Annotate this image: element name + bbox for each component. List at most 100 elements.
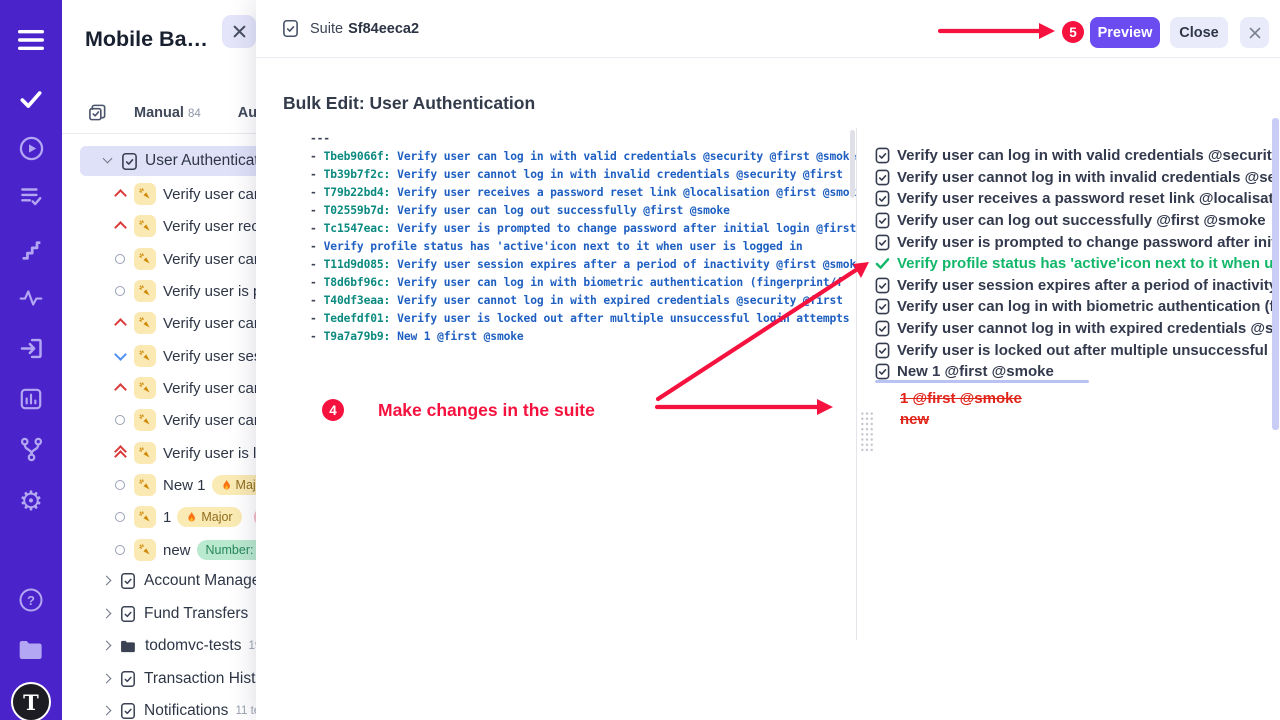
tree-test-item[interactable]: Verify user can log in with valid creden… [80, 178, 256, 210]
status-marker-icon [110, 512, 130, 522]
added-check-icon [875, 257, 891, 270]
editor-line: -T9a7a79b9:New 1 @first @smoke [310, 328, 856, 346]
status-marker-icon [110, 545, 130, 555]
preview-test-item: Verify user can log in with valid creden… [875, 145, 1272, 167]
test-doc-icon [875, 320, 891, 337]
interaction-icon [134, 442, 156, 464]
tree-suite-item[interactable]: Fund Transfers 12 [80, 599, 256, 629]
preview-test-item-added: Verify profile status has 'active'icon n… [875, 253, 1272, 275]
tree-suite-item[interactable]: Transaction History [80, 664, 256, 694]
suite-doc-icon [120, 572, 136, 590]
close-button[interactable]: Close [1170, 17, 1228, 48]
runs-icon[interactable] [0, 131, 62, 165]
test-doc-icon [875, 342, 891, 359]
interaction-icon [134, 312, 156, 334]
chevron-right-icon[interactable] [102, 640, 114, 652]
suite-doc-icon [120, 670, 136, 688]
interaction-icon [134, 280, 156, 302]
chevron-down-icon[interactable] [102, 155, 114, 167]
status-marker-icon [110, 286, 130, 296]
tree-suite-item[interactable]: Notifications 11 tests [80, 696, 256, 720]
interaction-icon [134, 506, 156, 528]
tree-test-item[interactable]: Verify user is prompted to change passwo… [80, 275, 256, 307]
menu-icon[interactable] [0, 23, 62, 57]
splitter-drag-handle[interactable] [860, 411, 874, 453]
preview-list: Verify user can log in with valid creden… [875, 145, 1272, 383]
tree-test-item[interactable]: Verify user cannot log in with expired c… [80, 404, 256, 436]
pulse-icon[interactable] [0, 281, 62, 315]
help-icon[interactable]: ? [0, 583, 62, 617]
tree-test-item[interactable]: Verify user can log in with biometric au… [80, 372, 256, 404]
tree-test-item[interactable]: Verify user cannot log in with invalid c… [80, 307, 256, 339]
interaction-icon [134, 377, 156, 399]
status-marker-icon [110, 480, 130, 490]
preview-test-item: Verify user session expires after a peri… [875, 275, 1272, 297]
tree-test-item[interactable]: New 1 Major [80, 469, 256, 501]
chevron-right-icon[interactable] [102, 608, 114, 620]
editor-line: -T11d9d085:Verify user session expires a… [310, 256, 856, 274]
editor-line: -Tc1547eac:Verify user is prompted to ch… [310, 220, 856, 238]
tree-test-item[interactable]: new Number: 3 [80, 534, 256, 566]
plans-icon[interactable] [0, 179, 62, 213]
interaction-icon [134, 409, 156, 431]
preview-test-item: Verify user can log in with biometric au… [875, 296, 1272, 318]
tree-test-item[interactable]: Verify user receives a password reset li… [80, 210, 256, 242]
editor-line: -T79b22bd4:Verify user receives a passwo… [310, 184, 856, 202]
editor-scrollbar-thumb[interactable] [850, 130, 855, 198]
settings-gear-icon[interactable]: ⚙ [0, 484, 62, 518]
preview-test-item: Verify user receives a password reset li… [875, 188, 1272, 210]
logo-letter: T [23, 690, 39, 715]
tree-suite-user-authentication[interactable]: User Authentication [80, 146, 256, 176]
editor-panel-divider [856, 128, 857, 640]
main-sidebar: ⚙ ? T [0, 0, 62, 720]
steps-icon[interactable] [0, 233, 62, 267]
project-panel: Mobile Banking Manual84 Automated User A… [62, 0, 256, 720]
bulk-edit-code-editor[interactable]: --- -Tbeb9066f:Verify user can log in wi… [310, 130, 856, 350]
test-doc-icon [875, 212, 891, 229]
chevron-right-icon[interactable] [102, 673, 114, 685]
analytics-icon[interactable] [0, 382, 62, 416]
suite-id: Sf84eeca2 [348, 21, 419, 37]
removed-test-item: 1 @first @smoke [900, 390, 1022, 407]
projects-folder-icon[interactable] [0, 633, 62, 667]
folder-icon [120, 639, 137, 654]
close-icon [1249, 27, 1261, 39]
tree-test-item[interactable]: Verify user can log out successfully @fi… [80, 243, 256, 275]
suite-doc-icon [282, 19, 299, 38]
modal-close-x-button[interactable] [1240, 17, 1269, 48]
editor-line: -T02559b7d:Verify user can log out succe… [310, 202, 856, 220]
chevron-right-icon[interactable] [102, 705, 114, 717]
preview-button[interactable]: Preview [1090, 17, 1160, 48]
status-marker-icon [110, 220, 130, 232]
preview-test-item: Verify user is locked out after multiple… [875, 339, 1272, 361]
preview-scrollbar[interactable] [1272, 118, 1279, 430]
tree-suite-item[interactable]: Account Management [80, 566, 256, 596]
test-doc-icon [875, 298, 891, 315]
editor-line: -T8d6bf96c:Verify user can log in with b… [310, 274, 856, 292]
editor-line: -T40df3eaa:Verify user cannot log in wit… [310, 292, 856, 310]
import-icon[interactable] [0, 331, 62, 365]
tree-test-item[interactable]: Verify user session expires after a peri… [80, 340, 256, 372]
editor-line: --- [310, 130, 856, 148]
help-glyph: ? [27, 593, 35, 608]
preview-test-item: Verify user cannot log in with invalid c… [875, 167, 1272, 189]
tree-test-item[interactable]: Verify user is locked out after multiple… [80, 437, 256, 469]
tree-test-item[interactable]: 1 Major To [80, 501, 256, 533]
editor-line: -Tedefdf01:Verify user is locked out aft… [310, 310, 856, 328]
tree-folder-item[interactable]: todomvc-tests 19 [80, 631, 256, 661]
interaction-icon [134, 215, 156, 237]
editor-line: -Tb39b7f2c:Verify user cannot log in wit… [310, 166, 856, 184]
status-marker-icon [110, 254, 130, 264]
preview-test-item: Verify user is prompted to change passwo… [875, 231, 1272, 253]
tests-icon[interactable] [0, 82, 62, 116]
app-logo[interactable]: T [0, 682, 62, 720]
branches-icon[interactable] [0, 432, 62, 466]
test-doc-icon [875, 169, 891, 186]
interaction-icon [134, 248, 156, 270]
removed-test-item: new [900, 411, 929, 428]
chevron-right-icon[interactable] [102, 575, 114, 587]
test-doc-icon [875, 234, 891, 251]
interaction-icon [134, 345, 156, 367]
preview-test-item: Verify user can log out successfully @fi… [875, 210, 1272, 232]
interaction-icon [134, 183, 156, 205]
